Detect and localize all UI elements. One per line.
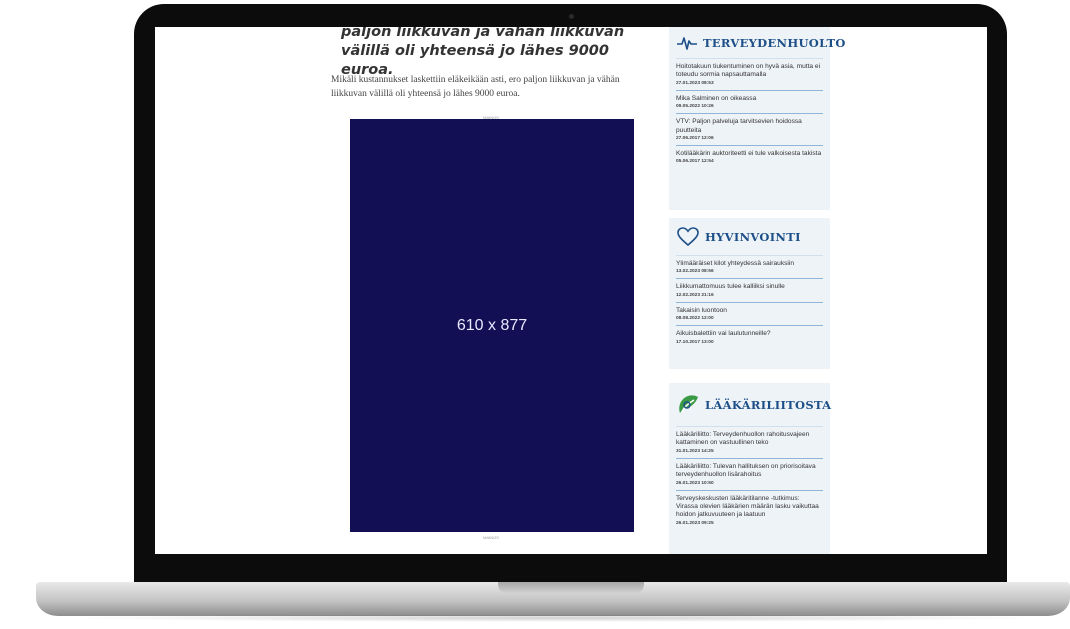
- browser-viewport[interactable]: paljon liikkuvan ja vähän liikkuvan väli…: [155, 27, 987, 554]
- news-date: 05.06.2017 12:54: [676, 159, 714, 165]
- advertisement-banner[interactable]: 610 x 877: [350, 119, 634, 532]
- laakariliitto-logo-icon: [676, 394, 700, 416]
- news-item[interactable]: VTV: Paljon palveluja tarvitsevien hoido…: [676, 114, 823, 147]
- news-date: 08.08.2022 12:00: [676, 316, 714, 322]
- news-item[interactable]: Liikkumattomuus tulee kalliiksi sinulle …: [676, 279, 823, 303]
- pulse-icon: [676, 32, 698, 54]
- news-date: 09.05.2022 10:26: [676, 104, 714, 110]
- news-date: 27.01.2023 08:53: [676, 80, 714, 86]
- news-date: 27.06.2017 12:06: [676, 136, 714, 142]
- news-item[interactable]: Takaisin luontoon 08.08.2022 12:00: [676, 303, 823, 327]
- sidebar-box-terveydenhuolto: TERVEYDENHUOLTO Hoitotakuun tiukentumine…: [669, 27, 845, 210]
- sidebar-box-laakariliitosta: LÄÄKÄRILIITOSTA Lääkäriliitto: Terveyden…: [669, 383, 831, 554]
- news-title[interactable]: Ylimääräiset kilot yhteydessä sairauksii…: [676, 260, 823, 268]
- box-title[interactable]: TERVEYDENHUOLTO: [703, 36, 846, 50]
- news-item[interactable]: Lääkäriliitto: Tulevan hallituksen on pr…: [676, 459, 823, 491]
- box-header: HYVINVOINTI: [676, 218, 823, 256]
- news-title[interactable]: Liikkumattomuus tulee kalliiksi sinulle: [676, 283, 823, 291]
- news-item[interactable]: Aikuisbalettiin vai laulutunneille? 17.1…: [676, 326, 823, 348]
- news-date: 31.01.2023 14:25: [676, 448, 714, 454]
- sidebar-box-hyvinvointi: HYVINVOINTI Ylimääräiset kilot yhteydess…: [669, 218, 830, 369]
- laptop-shadow: [60, 614, 1050, 622]
- news-date: 17.10.2017 13:00: [676, 339, 714, 345]
- news-item[interactable]: Ylimääräiset kilot yhteydessä sairauksii…: [676, 256, 823, 280]
- news-title[interactable]: Mika Salminen on oikeassa: [676, 95, 823, 103]
- box-header: LÄÄKÄRILIITOSTA: [676, 383, 831, 427]
- box-header: TERVEYDENHUOLTO: [676, 27, 845, 59]
- news-item[interactable]: Kotilääkärin auktoriteetti ei tule valko…: [676, 146, 823, 168]
- news-title[interactable]: Lääkäriliitto: Tulevan hallituksen on pr…: [676, 463, 823, 480]
- news-date: 12.02.2023 21:16: [676, 292, 714, 298]
- camera-icon: [569, 14, 574, 19]
- news-title[interactable]: Aikuisbalettiin vai laulutunneille?: [676, 330, 823, 338]
- news-title[interactable]: Takaisin luontoon: [676, 307, 823, 315]
- news-date: 13.02.2023 08:56: [676, 269, 714, 275]
- news-item[interactable]: Mika Salminen on oikeassa 09.05.2022 10:…: [676, 91, 823, 115]
- news-title[interactable]: Kotilääkärin auktoriteetti ei tule valko…: [676, 150, 823, 158]
- box-title[interactable]: HYVINVOINTI: [705, 230, 801, 244]
- ad-placeholder-text: 610 x 877: [456, 316, 528, 334]
- news-item[interactable]: Hoitotakuun tiukentuminen on hyvä asia, …: [676, 59, 823, 91]
- news-date: 26.01.2023 09:25: [676, 520, 714, 526]
- news-title[interactable]: Terveyskeskusten lääkäritilanne -tutkimu…: [676, 495, 823, 520]
- news-item[interactable]: Lääkäriliitto: Terveydenhuollon rahoitus…: [676, 427, 823, 459]
- news-date: 26.01.2023 10:50: [676, 480, 714, 486]
- laptop-hinge-groove: [498, 582, 644, 594]
- news-item[interactable]: Terveyskeskusten lääkäritilanne -tutkimu…: [676, 491, 823, 530]
- laptop-bezel-bottom: [155, 554, 987, 580]
- ad-label-bottom: MAINOS: [483, 535, 499, 540]
- article-paragraph: Mikäli kustannukset laskettiin eläkeikää…: [331, 75, 620, 99]
- news-title[interactable]: Hoitotakuun tiukentuminen on hyvä asia, …: [676, 63, 823, 80]
- heart-icon: [676, 226, 700, 248]
- box-title[interactable]: LÄÄKÄRILIITOSTA: [705, 398, 831, 412]
- news-title[interactable]: VTV: Paljon palveluja tarvitsevien hoido…: [676, 118, 823, 135]
- news-title[interactable]: Lääkäriliitto: Terveydenhuollon rahoitus…: [676, 431, 823, 448]
